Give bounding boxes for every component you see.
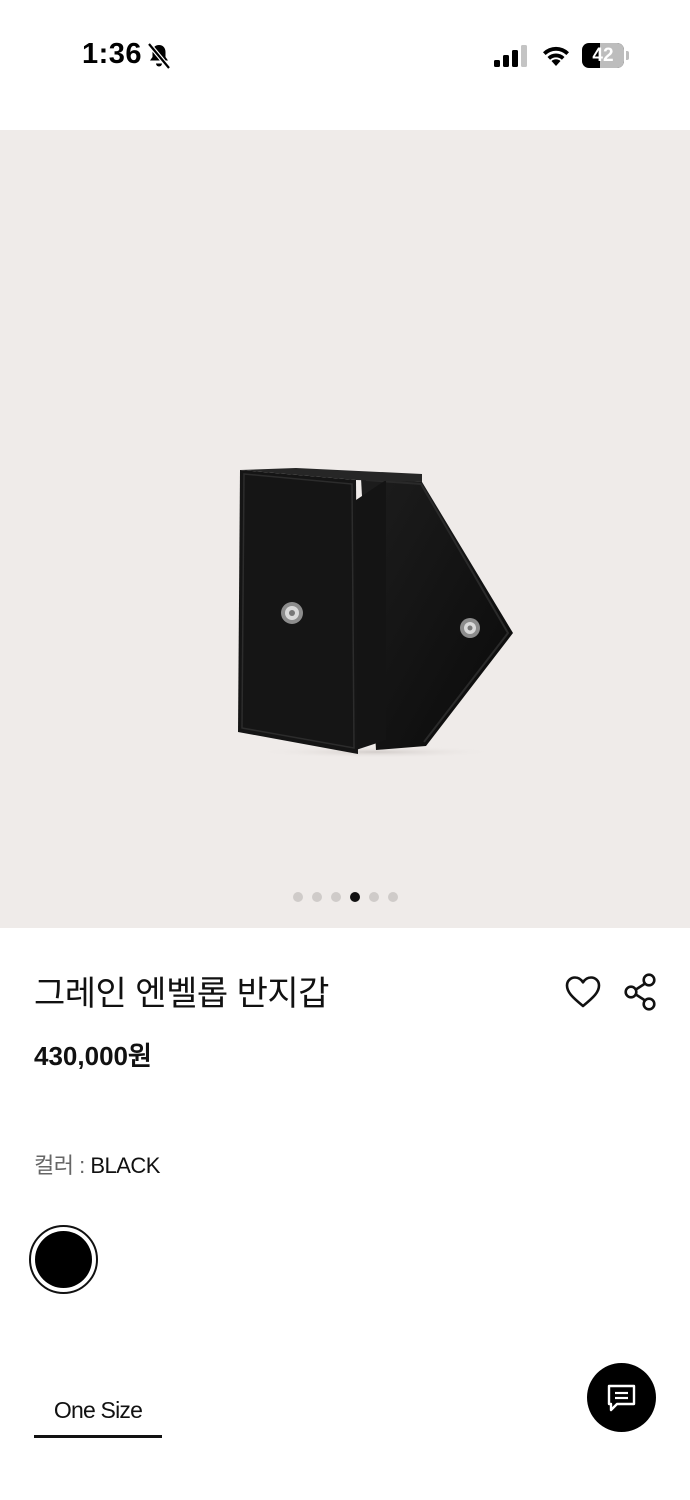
chat-button[interactable] [587,1363,656,1432]
gallery-pager [0,892,690,906]
chat-icon [607,1384,636,1412]
color-selection-label: 컬러 : BLACK [34,1148,160,1180]
product-image-gallery[interactable] [0,130,690,928]
bell-muted-icon [147,42,171,70]
color-value: BLACK [90,1153,160,1178]
share-icon[interactable] [622,972,658,1012]
product-price: 430,000원 [34,1041,152,1071]
color-swatch-black[interactable] [29,1225,98,1294]
pager-dot[interactable] [330,892,341,902]
product-title: 그레인 엔벨롭 반지갑 [34,975,329,1013]
heart-icon[interactable] [564,974,602,1010]
pager-dot-active[interactable] [349,892,360,902]
color-label: 컬러 : [34,1153,91,1178]
pager-dot[interactable] [368,892,379,902]
battery-icon: 42 [582,43,630,68]
battery-level-text: 42 [592,45,614,66]
pager-dot[interactable] [292,892,303,902]
status-bar: 1:36 42 [0,0,690,112]
signal-icon [494,45,527,67]
product-image [238,468,513,758]
color-swatch-fill [35,1231,92,1288]
status-time: 1:36 [82,38,143,70]
pager-dot[interactable] [311,892,322,902]
size-option-tab[interactable]: One Size [34,1390,162,1438]
wifi-icon [543,46,569,66]
pager-dot[interactable] [387,892,398,902]
